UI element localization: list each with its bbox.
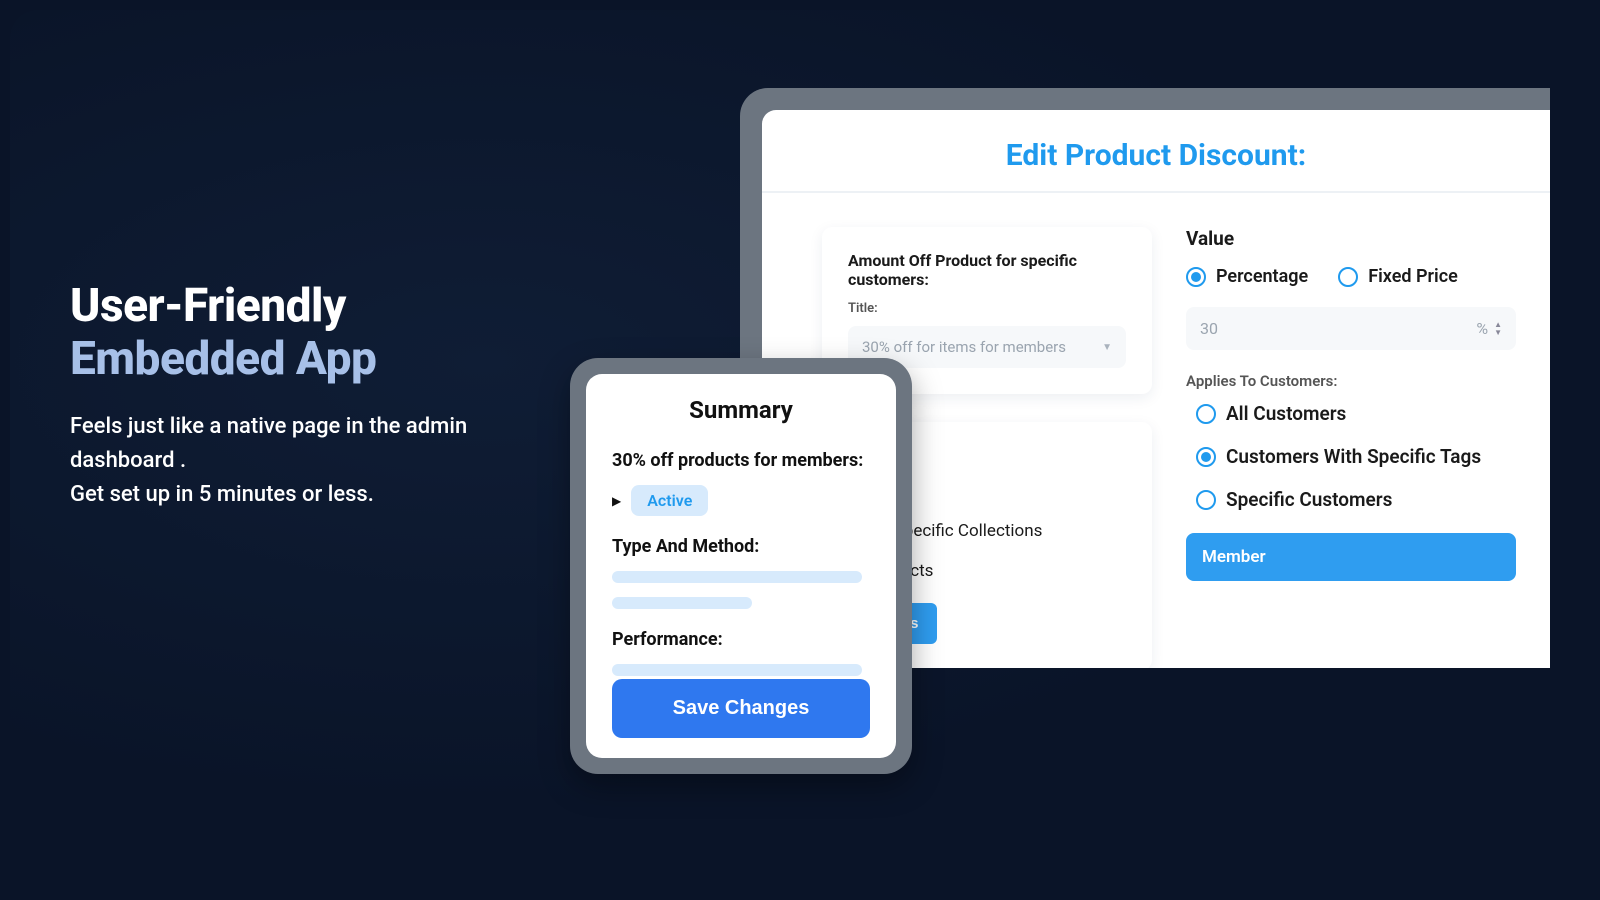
applies-option-label: Specific Customers bbox=[1226, 488, 1392, 511]
title-label: Title: bbox=[848, 301, 1126, 316]
value-heading: Value bbox=[1186, 227, 1516, 250]
value-number: 30 bbox=[1200, 319, 1218, 338]
status-badge: Active bbox=[631, 485, 708, 516]
summary-panel: Summary 30% off products for members: ▶ … bbox=[586, 374, 896, 758]
amount-off-heading: Amount Off Product for specific customer… bbox=[848, 251, 1126, 289]
radio-icon bbox=[1338, 267, 1358, 287]
spinner-icon[interactable]: ▲▼ bbox=[1494, 321, 1502, 337]
summary-item-title: 30% off products for members: bbox=[612, 450, 870, 471]
stage: User-Friendly Embedded App Feels just li… bbox=[10, 10, 1590, 890]
discount-title-value: 30% off for items for members bbox=[862, 338, 1066, 356]
skeleton-line bbox=[612, 664, 862, 676]
value-number-input[interactable]: 30 % ▲▼ bbox=[1186, 307, 1516, 350]
applies-option-specific[interactable]: Specific Customers bbox=[1186, 488, 1516, 511]
radio-icon bbox=[1196, 404, 1216, 424]
edit-panel-title: Edit Product Discount: bbox=[762, 110, 1550, 193]
body-copy: Feels just like a native page in the adm… bbox=[70, 410, 530, 512]
radio-icon bbox=[1196, 490, 1216, 510]
headline: User-Friendly Embedded App bbox=[70, 280, 530, 386]
caret-right-icon[interactable]: ▶ bbox=[612, 494, 621, 508]
summary-title: Summary bbox=[612, 396, 870, 424]
headline-line1: User-Friendly bbox=[70, 279, 346, 333]
percent-icon: % bbox=[1476, 319, 1488, 338]
customer-tag-pill[interactable]: Member bbox=[1186, 533, 1516, 581]
value-suffix-group: % ▲▼ bbox=[1476, 319, 1502, 338]
edit-right-column: Value Percentage Fixed Price 30 bbox=[1186, 227, 1516, 668]
body-line1: Feels just like a native page in the adm… bbox=[70, 414, 467, 473]
applies-option-label: Customers With Specific Tags bbox=[1226, 445, 1481, 468]
applies-to-label: Applies To Customers: bbox=[1186, 372, 1516, 390]
summary-section-performance: Performance: bbox=[612, 629, 870, 650]
skeleton-line bbox=[612, 571, 862, 583]
applies-option-tags[interactable]: Customers With Specific Tags bbox=[1186, 445, 1516, 468]
summary-device-frame: Summary 30% off products for members: ▶ … bbox=[570, 358, 912, 774]
body-line2: Get set up in 5 minutes or less. bbox=[70, 482, 374, 507]
applies-option-label: All Customers bbox=[1226, 402, 1346, 425]
applies-option-all[interactable]: All Customers bbox=[1186, 402, 1516, 425]
value-type-row: Percentage Fixed Price bbox=[1186, 266, 1516, 287]
radio-icon bbox=[1196, 447, 1216, 467]
summary-status-row: ▶ Active bbox=[612, 485, 870, 516]
radio-icon bbox=[1186, 267, 1206, 287]
marketing-copy: User-Friendly Embedded App Feels just li… bbox=[70, 280, 530, 512]
value-option-fixed-label: Fixed Price bbox=[1368, 266, 1458, 287]
skeleton-line bbox=[612, 597, 752, 609]
value-option-percentage[interactable]: Percentage bbox=[1186, 266, 1308, 287]
value-option-percentage-label: Percentage bbox=[1216, 266, 1308, 287]
save-changes-button[interactable]: Save Changes bbox=[612, 679, 870, 738]
headline-line2: Embedded App bbox=[70, 332, 376, 386]
chevron-down-icon: ▼ bbox=[1102, 342, 1112, 353]
summary-section-type: Type And Method: bbox=[612, 536, 870, 557]
applies-to-list: All Customers Customers With Specific Ta… bbox=[1186, 402, 1516, 511]
value-option-fixed[interactable]: Fixed Price bbox=[1338, 266, 1458, 287]
